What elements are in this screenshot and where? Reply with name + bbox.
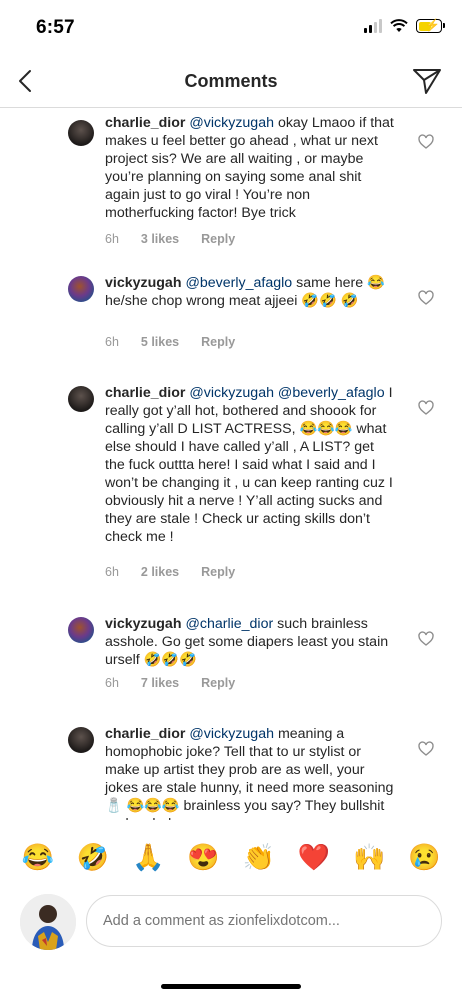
home-indicator[interactable] — [161, 984, 301, 989]
comment-meta: 6h 3 likes Reply — [105, 232, 235, 246]
comment-input[interactable] — [86, 895, 442, 947]
user-avatar-icon — [20, 894, 76, 950]
avatar[interactable] — [68, 617, 94, 643]
emoji-pray-button[interactable]: 🙏 — [132, 841, 164, 873]
comment-mention[interactable]: @vickyzugah — [189, 115, 274, 131]
comment-username[interactable]: charlie_dior — [105, 115, 185, 131]
nav-bar: Comments — [0, 56, 462, 108]
emoji-rofl-button[interactable]: 🤣 — [77, 841, 109, 873]
reply-button[interactable]: Reply — [201, 232, 235, 246]
emoji-red-heart-button[interactable]: ❤️ — [298, 841, 330, 873]
comment-text: charlie_dior @vickyzugah @beverly_afaglo… — [105, 384, 395, 546]
heart-outline-icon[interactable] — [418, 134, 434, 150]
comment-time: 6h — [105, 565, 119, 579]
comment-likes[interactable]: 2 likes — [141, 565, 179, 579]
comment-mention[interactable]: @beverly_afaglo — [185, 275, 292, 291]
heart-outline-icon[interactable] — [418, 741, 434, 757]
comment-content: I really got y’all hot, bothered and sho… — [105, 385, 393, 545]
comment-composer — [0, 888, 462, 960]
comment-meta: 6h 7 likes Reply — [105, 676, 235, 690]
avatar[interactable] — [68, 727, 94, 753]
comment-time: 6h — [105, 335, 119, 349]
avatar[interactable] — [68, 120, 94, 146]
comment-username[interactable]: charlie_dior — [105, 385, 185, 401]
reply-button[interactable]: Reply — [201, 676, 235, 690]
comment-time: 6h — [105, 232, 119, 246]
reply-button[interactable]: Reply — [201, 335, 235, 349]
comment-mention[interactable]: @vickyzugah @beverly_afaglo — [189, 385, 384, 401]
emoji-joy-button[interactable]: 😂 — [21, 841, 53, 873]
page-title: Comments — [184, 71, 278, 91]
comment-text: vickyzugah @beverly_afaglo same here 😂 h… — [105, 274, 395, 310]
emoji-clap-button[interactable]: 👏 — [242, 841, 274, 873]
heart-outline-icon[interactable] — [418, 400, 434, 416]
comment-username[interactable]: vickyzugah — [105, 616, 182, 632]
reply-button[interactable]: Reply — [201, 565, 235, 579]
battery-charging-icon: ⚡ — [416, 18, 445, 33]
comment-mention[interactable]: @charlie_dior — [185, 616, 273, 632]
comment-time: 6h — [105, 676, 119, 690]
heart-outline-icon[interactable] — [418, 290, 434, 306]
avatar[interactable] — [68, 386, 94, 412]
comment-likes[interactable]: 7 likes — [141, 676, 179, 690]
cellular-signal-icon — [364, 19, 382, 33]
emoji-quick-bar: 😂 🤣 🙏 😍 👏 ❤️ 🙌 😢 — [0, 832, 462, 882]
comment-likes[interactable]: 3 likes — [141, 232, 179, 246]
paper-plane-icon[interactable] — [412, 66, 442, 96]
emoji-cry-button[interactable]: 😢 — [408, 841, 440, 873]
status-icons: ⚡ — [364, 18, 445, 33]
comment-meta: 6h 5 likes Reply — [105, 335, 235, 349]
avatar[interactable] — [20, 894, 76, 950]
heart-outline-icon[interactable] — [418, 631, 434, 647]
comment-username[interactable]: vickyzugah — [105, 275, 182, 291]
status-time: 6:57 — [36, 17, 75, 38]
comment-likes[interactable]: 5 likes — [141, 335, 179, 349]
emoji-raised-hands-button[interactable]: 🙌 — [353, 841, 385, 873]
comment-meta: 6h 2 likes Reply — [105, 565, 235, 579]
wifi-icon — [390, 19, 408, 32]
comment-username[interactable]: charlie_dior — [105, 726, 185, 742]
status-bar: 6:57 ⚡ — [0, 0, 462, 56]
comments-list[interactable]: charlie_dior @vickyzugah okay Lmaoo if t… — [0, 108, 462, 820]
comment-text: charlie_dior @vickyzugah okay Lmaoo if t… — [105, 114, 395, 222]
emoji-heart-eyes-button[interactable]: 😍 — [187, 841, 219, 873]
comment-text: charlie_dior @vickyzugah meaning a homop… — [105, 725, 395, 820]
comment-text: vickyzugah @charlie_dior such brainless … — [105, 615, 395, 669]
comment-mention[interactable]: @vickyzugah — [189, 726, 274, 742]
avatar[interactable] — [68, 276, 94, 302]
